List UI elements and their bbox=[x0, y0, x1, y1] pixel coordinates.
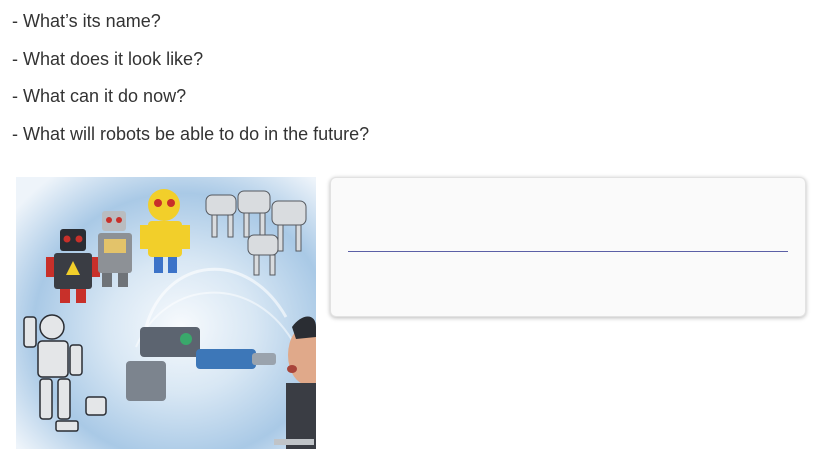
question-future-abilities: - What will robots be able to do in the … bbox=[12, 123, 370, 144]
answer-input-line[interactable] bbox=[348, 251, 788, 252]
question-list: - What’s its name? - What does it look l… bbox=[12, 9, 369, 159]
answer-box[interactable] bbox=[330, 177, 806, 317]
question-name: - What’s its name? bbox=[12, 11, 161, 31]
question-abilities-now: - What can it do now? bbox=[12, 86, 187, 106]
robots-illustration bbox=[16, 177, 316, 449]
image-watermark bbox=[274, 439, 314, 445]
question-appearance: - What does it look like? bbox=[12, 48, 204, 69]
robots-collage-image bbox=[16, 177, 316, 449]
